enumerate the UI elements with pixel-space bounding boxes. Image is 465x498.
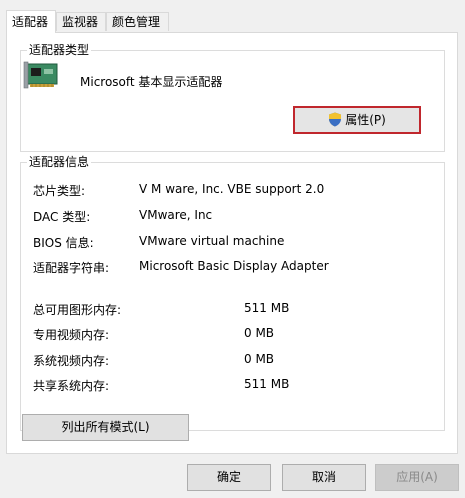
adapter-info-title: 适配器信息 [27, 155, 92, 169]
bios-info-label: BIOS 信息: [33, 236, 94, 250]
dac-type-label: DAC 类型: [33, 210, 91, 224]
ok-button[interactable]: 确定 [187, 464, 271, 491]
graphics-card-icon [23, 61, 58, 89]
bios-info-value: VMware virtual machine [139, 234, 285, 248]
chip-type-label: 芯片类型: [33, 184, 86, 198]
adapter-name: Microsoft 基本显示适配器 [80, 75, 223, 89]
properties-button[interactable]: 属性(P) [293, 106, 421, 134]
shared-system-memory-value: 511 MB [244, 377, 290, 391]
system-video-memory-label: 系统视频内存: [33, 354, 110, 368]
tab-adapter[interactable]: 适配器 [6, 10, 56, 33]
tab-color-management[interactable]: 颜色管理 [106, 12, 169, 31]
total-graphics-memory-value: 511 MB [244, 301, 290, 315]
apply-button[interactable]: 应用(A) [375, 464, 459, 491]
adapter-string-value: Microsoft Basic Display Adapter [139, 259, 329, 273]
tab-monitor[interactable]: 监视器 [56, 12, 106, 31]
total-graphics-memory-label: 总可用图形内存: [33, 303, 122, 317]
adapter-type-title: 适配器类型 [27, 43, 92, 57]
cancel-button[interactable]: 取消 [282, 464, 366, 491]
chip-type-value: V M ware, Inc. VBE support 2.0 [139, 182, 325, 196]
system-video-memory-value: 0 MB [244, 352, 275, 366]
uac-shield-icon [329, 112, 342, 127]
shared-system-memory-label: 共享系统内存: [33, 379, 110, 393]
dac-type-value: VMware, Inc [139, 208, 213, 222]
adapter-type-group: 适配器类型 [20, 43, 445, 152]
list-all-modes-button[interactable]: 列出所有模式(L) [22, 414, 189, 441]
adapter-panel: 适配器类型 Microsoft 基本显示适配器 属性(P) 适配器信息 芯片类型… [6, 32, 458, 454]
properties-button-label: 属性(P) [345, 113, 386, 127]
adapter-string-label: 适配器字符串: [33, 261, 110, 275]
dedicated-video-memory-label: 专用视频内存: [33, 328, 110, 342]
dedicated-video-memory-value: 0 MB [244, 326, 275, 340]
